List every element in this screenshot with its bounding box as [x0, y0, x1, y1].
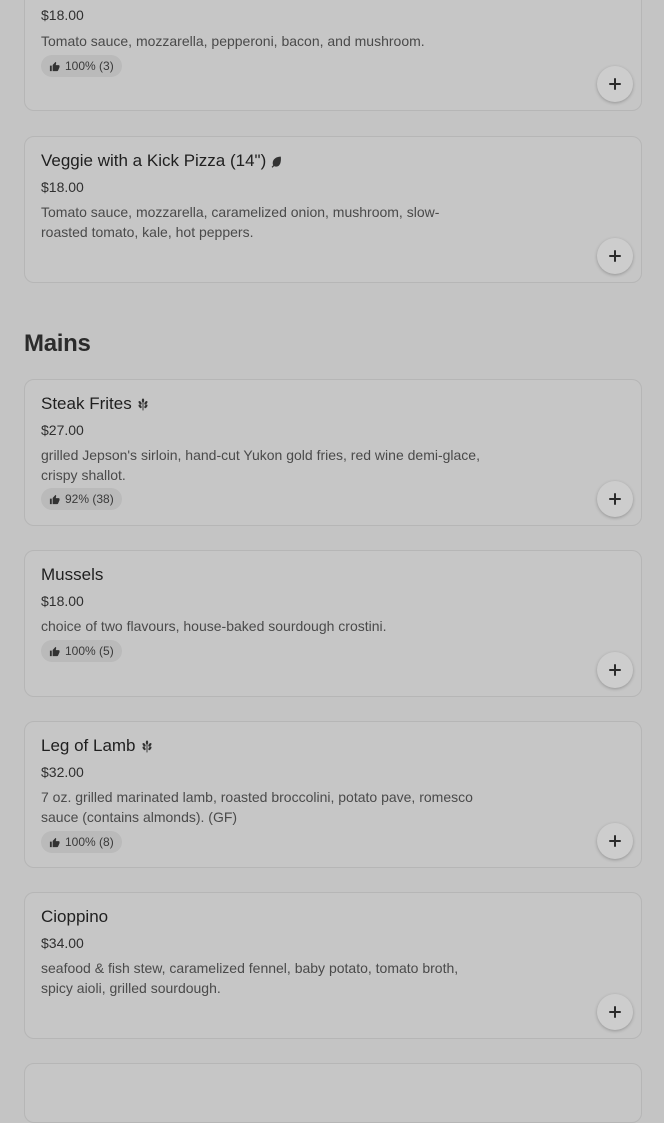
- add-item-button[interactable]: [597, 481, 633, 517]
- wheat-icon: [140, 739, 154, 753]
- leaf-icon: [270, 155, 283, 168]
- plus-icon: [609, 78, 621, 90]
- thumbs-up-icon: [49, 646, 60, 657]
- menu-item-card[interactable]: Veggie with a Kick Pizza (14") $18.00 To…: [24, 136, 642, 283]
- item-description: Tomato sauce, mozzarella, pepperoni, bac…: [41, 33, 425, 49]
- item-description: Tomato sauce, mozzarella, caramelized on…: [41, 204, 440, 240]
- item-name: Mussels: [41, 565, 104, 584]
- menu-item-card[interactable]: $18.00 Tomato sauce, mozzarella, peppero…: [24, 0, 642, 111]
- item-name: Veggie with a Kick Pizza (14"): [41, 151, 267, 170]
- rating-badge: 100% (5): [41, 640, 122, 662]
- item-description: grilled Jepson's sirloin, hand-cut Yukon…: [41, 447, 480, 483]
- item-price: $34.00: [41, 935, 84, 951]
- add-item-button[interactable]: [597, 238, 633, 274]
- rating-text: 92% (38): [65, 492, 114, 506]
- plus-icon: [609, 835, 621, 847]
- add-item-button[interactable]: [597, 823, 633, 859]
- rating-badge: 92% (38): [41, 488, 122, 510]
- thumbs-up-icon: [49, 837, 60, 848]
- add-item-button[interactable]: [597, 994, 633, 1030]
- item-description: seafood & fish stew, caramelized fennel,…: [41, 960, 459, 996]
- item-title-row: Mussels: [41, 565, 103, 585]
- rating-badge: 100% (8): [41, 831, 122, 853]
- wheat-icon: [136, 397, 150, 411]
- item-description: 7 oz. grilled marinated lamb, roasted br…: [41, 789, 473, 825]
- menu-item-card[interactable]: Leg of Lamb $32.00 7 oz. grilled marinat…: [24, 721, 642, 868]
- menu-item-card[interactable]: Steak Frites $27.00 grilled Jepson's sir…: [24, 379, 642, 526]
- thumbs-up-icon: [49, 61, 60, 72]
- rating-text: 100% (5): [65, 644, 114, 658]
- plus-icon: [609, 493, 621, 505]
- item-price: $27.00: [41, 422, 84, 438]
- rating-text: 100% (3): [65, 59, 114, 73]
- rating-badge: 100% (3): [41, 55, 122, 77]
- item-title-row: Cioppino: [41, 907, 108, 927]
- item-name: Cioppino: [41, 907, 109, 926]
- item-title-row: Steak Frites: [41, 394, 150, 414]
- item-price: $18.00: [41, 7, 84, 23]
- item-price: $32.00: [41, 764, 84, 780]
- plus-icon: [609, 1006, 621, 1018]
- add-item-button[interactable]: [597, 66, 633, 102]
- item-name: Steak Frites: [41, 394, 132, 413]
- section-title-mains: Mains: [24, 330, 91, 357]
- menu-item-card[interactable]: Cioppino $34.00 seafood & fish stew, car…: [24, 892, 642, 1039]
- item-price: $18.00: [41, 593, 84, 609]
- item-title-row: Leg of Lamb: [41, 736, 154, 756]
- item-price: $18.00: [41, 179, 84, 195]
- add-item-button[interactable]: [597, 652, 633, 688]
- rating-text: 100% (8): [65, 835, 114, 849]
- thumbs-up-icon: [49, 494, 60, 505]
- plus-icon: [609, 250, 621, 262]
- item-title-row: Veggie with a Kick Pizza (14"): [41, 151, 283, 171]
- plus-icon: [609, 664, 621, 676]
- item-name: Leg of Lamb: [41, 736, 136, 755]
- menu-item-card[interactable]: Mussels $18.00 choice of two flavours, h…: [24, 550, 642, 697]
- item-description: choice of two flavours, house-baked sour…: [41, 618, 387, 634]
- menu-item-card[interactable]: [24, 1063, 642, 1123]
